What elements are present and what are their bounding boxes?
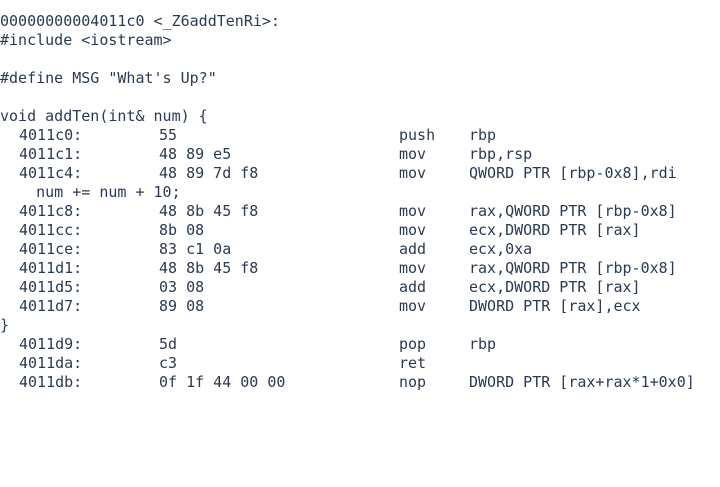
source-line: #define MSG "What's Up?" [0,69,720,88]
instruction-bytes: 55 [159,126,178,144]
instruction-mnemonic: mov [399,145,427,163]
source-line: num += num + 10; [0,183,720,202]
instruction-address: 4011c8: [19,202,83,220]
instruction-mnemonic: mov [399,221,427,239]
instruction-mnemonic: mov [399,259,427,277]
instruction-address: 4011d9: [19,335,83,353]
source-text: 00000000004011c0 <_Z6addTenRi>: [0,12,280,30]
instruction-bytes: 48 89 7d f8 [159,164,259,182]
instruction-operands: rax,QWORD PTR [rbp-0x8] [469,202,677,220]
disassembly-listing: 00000000004011c0 <_Z6addTenRi>: #include… [0,12,720,392]
asm-line: 4011d7: 89 08 mov DWORD PTR [rax],ecx [0,297,720,316]
source-line: } [0,316,720,335]
instruction-bytes: 83 c1 0a [159,240,232,258]
instruction-address: 4011d7: [19,297,83,315]
asm-line: 4011c0: 55 push rbp [0,126,720,145]
asm-line: 4011db: 0f 1f 44 00 00 nop DWORD PTR [ra… [0,373,720,392]
instruction-bytes: 48 8b 45 f8 [159,202,259,220]
instruction-operands: ecx,DWORD PTR [rax] [469,278,641,296]
instruction-bytes: 89 08 [159,297,205,315]
instruction-bytes: 8b 08 [159,221,205,239]
instruction-bytes: 0f 1f 44 00 00 [159,373,286,391]
source-line: void addTen(int& num) { [0,107,720,126]
asm-line: 4011ce: 83 c1 0a add ecx,0xa [0,240,720,259]
asm-line: 4011d9: 5d pop rbp [0,335,720,354]
asm-line: 4011d1: 48 8b 45 f8 mov rax,QWORD PTR [r… [0,259,720,278]
source-text: #include <iostream> [0,31,172,49]
source-line: #include <iostream> [0,31,720,50]
instruction-operands: rax,QWORD PTR [rbp-0x8] [469,259,677,277]
instruction-mnemonic: pop [399,335,427,353]
instruction-address: 4011da: [19,354,83,372]
instruction-address: 4011c1: [19,145,83,163]
instruction-address: 4011d5: [19,278,83,296]
instruction-bytes: 48 89 e5 [159,145,232,163]
source-text: num += num + 10; [0,183,181,201]
source-text: } [0,316,10,334]
function-header-line: 00000000004011c0 <_Z6addTenRi>: [0,12,720,31]
instruction-address: 4011c0: [19,126,83,144]
instruction-operands: ecx,DWORD PTR [rax] [469,221,641,239]
instruction-mnemonic: add [399,240,427,258]
instruction-mnemonic: mov [399,202,427,220]
instruction-mnemonic: ret [399,354,427,372]
instruction-operands: QWORD PTR [rbp-0x8],rdi [469,164,677,182]
instruction-bytes: c3 [159,354,178,372]
asm-line: 4011c4: 48 89 7d f8 mov QWORD PTR [rbp-0… [0,164,720,183]
instruction-mnemonic: mov [399,164,427,182]
source-text: #define MSG "What's Up?" [0,69,217,87]
instruction-address: 4011ce: [19,240,83,258]
instruction-bytes: 48 8b 45 f8 [159,259,259,277]
instruction-bytes: 03 08 [159,278,205,296]
asm-line: 4011c8: 48 8b 45 f8 mov rax,QWORD PTR [r… [0,202,720,221]
instruction-operands: DWORD PTR [rax+rax*1+0x0] [469,373,695,391]
instruction-address: 4011c4: [19,164,83,182]
instruction-mnemonic: push [399,126,436,144]
instruction-mnemonic: add [399,278,427,296]
instruction-mnemonic: nop [399,373,427,391]
instruction-address: 4011cc: [19,221,83,239]
source-text: void addTen(int& num) { [0,107,208,125]
instruction-operands: DWORD PTR [rax],ecx [469,297,641,315]
instruction-operands: rbp [469,126,497,144]
asm-line: 4011da: c3 ret [0,354,720,373]
asm-line: 4011c1: 48 89 e5 mov rbp,rsp [0,145,720,164]
asm-line: 4011cc: 8b 08 mov ecx,DWORD PTR [rax] [0,221,720,240]
instruction-address: 4011db: [19,373,83,391]
instruction-address: 4011d1: [19,259,83,277]
instruction-operands: ecx,0xa [469,240,533,258]
instruction-bytes: 5d [159,335,178,353]
instruction-operands: rbp,rsp [469,145,533,163]
asm-line: 4011d5: 03 08 add ecx,DWORD PTR [rax] [0,278,720,297]
instruction-mnemonic: mov [399,297,427,315]
instruction-operands: rbp [469,335,497,353]
